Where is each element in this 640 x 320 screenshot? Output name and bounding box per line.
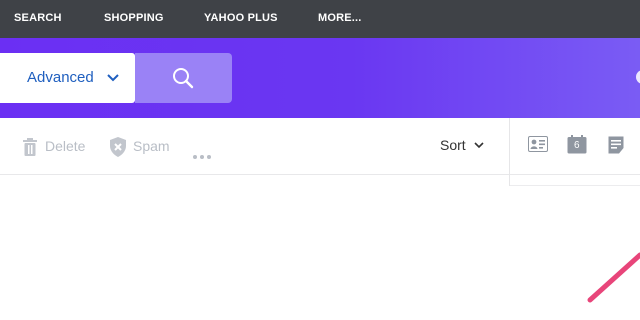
annotation-arrow [587, 252, 640, 303]
